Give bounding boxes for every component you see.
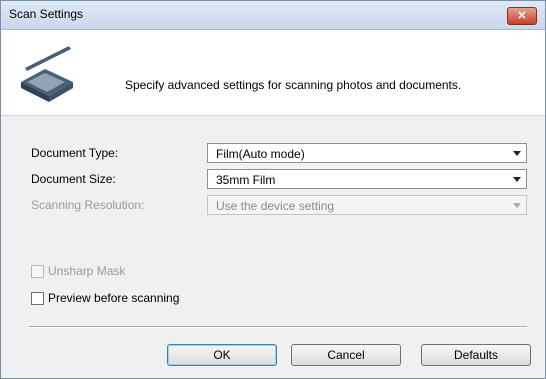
preview-before-scanning-label: Preview before scanning <box>48 291 180 305</box>
unsharp-mask-label: Unsharp Mask <box>48 264 126 278</box>
scan-settings-dialog: Scan Settings ✕ Specify advanced setting… <box>0 0 546 379</box>
header-description: Specify advanced settings for scanning p… <box>125 78 462 92</box>
document-type-value: Film(Auto mode) <box>216 147 305 161</box>
unsharp-mask-checkbox[interactable] <box>31 265 44 278</box>
defaults-button[interactable]: Defaults <box>421 344 531 366</box>
title-bar[interactable]: Scan Settings ✕ <box>1 1 545 30</box>
divider <box>29 326 527 328</box>
document-size-value: 35mm Film <box>216 173 276 187</box>
chevron-down-icon <box>513 151 521 156</box>
window-title: Scan Settings <box>9 7 84 21</box>
chevron-down-icon <box>513 177 521 182</box>
chevron-down-icon <box>513 203 521 208</box>
scanning-resolution-value: Use the device setting <box>216 199 335 213</box>
ok-button[interactable]: OK <box>167 344 277 366</box>
scanner-icon <box>21 46 73 102</box>
dialog-header: Specify advanced settings for scanning p… <box>1 30 545 116</box>
document-size-select[interactable]: 35mm Film <box>207 169 527 189</box>
preview-before-scanning-checkbox[interactable] <box>31 292 44 305</box>
document-size-label: Document Size: <box>31 172 116 186</box>
close-icon: ✕ <box>517 10 527 22</box>
document-type-select[interactable]: Film(Auto mode) <box>207 143 527 163</box>
scanning-resolution-label: Scanning Resolution: <box>31 198 145 212</box>
cancel-button[interactable]: Cancel <box>291 344 401 366</box>
scanning-resolution-select[interactable]: Use the device setting <box>207 195 527 215</box>
close-button[interactable]: ✕ <box>507 7 537 25</box>
document-type-label: Document Type: <box>31 146 119 160</box>
